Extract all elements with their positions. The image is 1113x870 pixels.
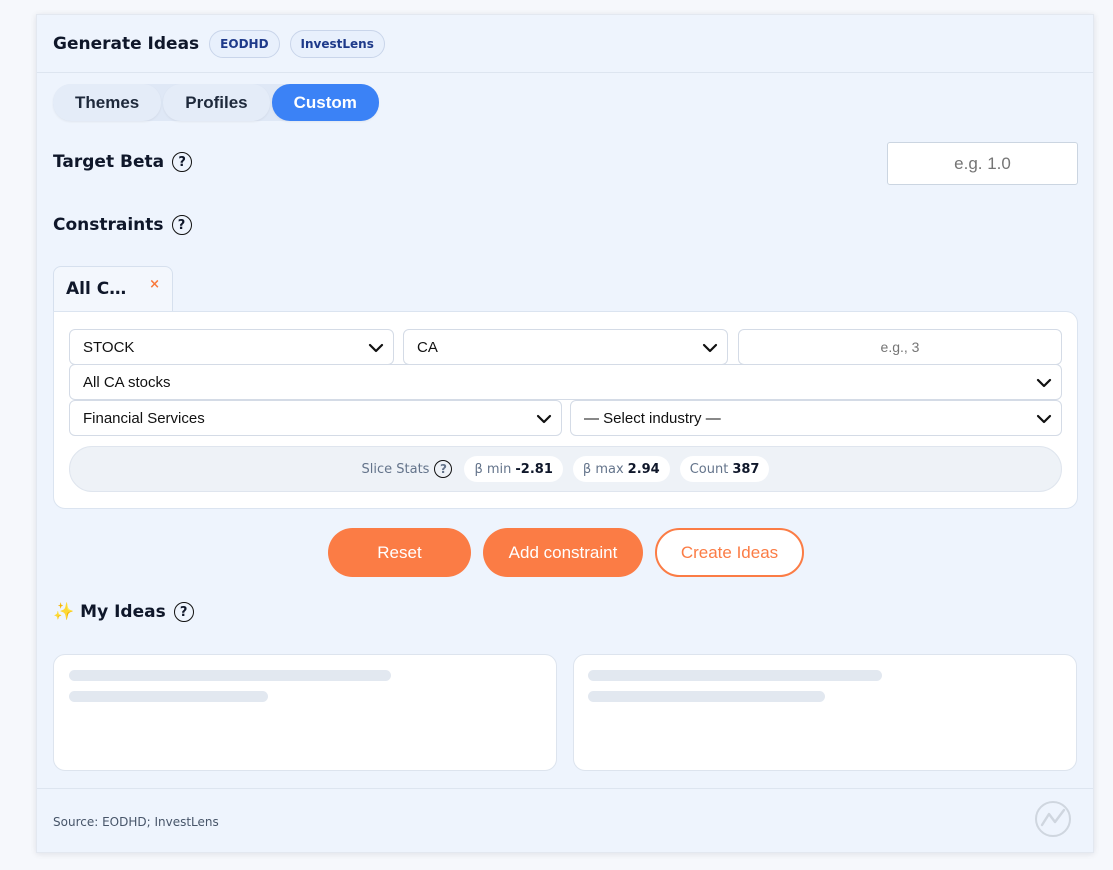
tab-themes[interactable]: Themes [53, 84, 162, 121]
help-icon[interactable]: ? [172, 152, 193, 172]
count-chip: Count 387 [679, 456, 770, 482]
industry-value: — Select industry — [584, 409, 721, 427]
my-ideas-heading: ✨ My Ideas ? [53, 602, 194, 622]
constraint-panel: STOCK CA All CA stocks Financial Service… [53, 311, 1078, 509]
target-beta-label: Target Beta [53, 152, 165, 172]
skeleton-line [588, 691, 825, 702]
slice-stats-bar: Slice Stats ? β min -2.81 β max 2.94 Cou… [69, 446, 1062, 492]
constraint-tab[interactable]: All C… × [53, 266, 173, 311]
universe-select[interactable]: All CA stocks [69, 364, 1062, 400]
chevron-down-icon [702, 343, 718, 353]
beta-max-value: 2.94 [627, 461, 660, 477]
tab-custom[interactable]: Custom [271, 84, 379, 121]
idea-card-skeleton [573, 654, 1077, 771]
close-icon[interactable]: × [149, 277, 160, 292]
sector-select[interactable]: Financial Services [69, 400, 562, 436]
constraints-label: Constraints [53, 215, 164, 235]
add-constraint-button[interactable]: Add constraint [483, 528, 643, 577]
card-footer: Source: EODHD; InvestLens [37, 788, 1093, 852]
country-value: CA [417, 338, 438, 356]
tab-profiles[interactable]: Profiles [163, 84, 270, 121]
universe-value: All CA stocks [83, 373, 171, 391]
card-header: Generate Ideas EODHD InvestLens [37, 15, 1093, 73]
sparkles-icon: ✨ [53, 602, 75, 622]
card-title: Generate Ideas [53, 33, 200, 54]
chevron-down-icon [368, 343, 384, 353]
create-ideas-button[interactable]: Create Ideas [655, 528, 804, 577]
asset-type-select[interactable]: STOCK [69, 329, 394, 365]
badge-eodhd: EODHD [209, 29, 280, 58]
beta-min-value: -2.81 [515, 461, 553, 477]
my-ideas-label: My Ideas [80, 602, 166, 622]
sector-value: Financial Services [83, 409, 205, 427]
idea-card-skeleton [53, 654, 557, 771]
chevron-down-icon [1036, 378, 1052, 388]
constraints-heading: Constraints ? [53, 215, 192, 235]
beta-max-chip: β max 2.94 [572, 456, 670, 482]
brand-logo-icon [1035, 801, 1071, 837]
constraint-tab-label: All C… [66, 279, 127, 299]
generate-ideas-card: Generate Ideas EODHD InvestLens Themes P… [36, 14, 1094, 853]
industry-select[interactable]: — Select industry — [570, 400, 1062, 436]
skeleton-line [69, 670, 391, 681]
asset-type-value: STOCK [83, 338, 135, 356]
slice-stats-label: Slice Stats [361, 461, 430, 477]
country-select[interactable]: CA [403, 329, 728, 365]
chevron-down-icon [536, 414, 552, 424]
target-beta-heading: Target Beta ? [53, 152, 193, 172]
reset-button[interactable]: Reset [328, 528, 471, 577]
slice-stats-heading: Slice Stats ? [362, 460, 453, 478]
skeleton-line [588, 670, 882, 681]
count-input[interactable] [738, 329, 1062, 365]
skeleton-line [69, 691, 268, 702]
beta-max-label: β max [582, 461, 624, 477]
source-text: Source: EODHD; InvestLens [53, 815, 219, 829]
chevron-down-icon [1036, 414, 1052, 424]
mode-tabs: Themes Profiles Custom [53, 84, 379, 121]
count-label: Count [689, 461, 729, 477]
help-icon[interactable]: ? [173, 602, 194, 622]
help-icon[interactable]: ? [434, 460, 453, 478]
beta-min-chip: β min -2.81 [464, 456, 563, 482]
target-beta-input[interactable] [887, 142, 1078, 185]
help-icon[interactable]: ? [171, 215, 192, 235]
count-value: 387 [732, 461, 760, 477]
badge-investlens: InvestLens [289, 29, 385, 58]
beta-min-label: β min [474, 461, 512, 477]
